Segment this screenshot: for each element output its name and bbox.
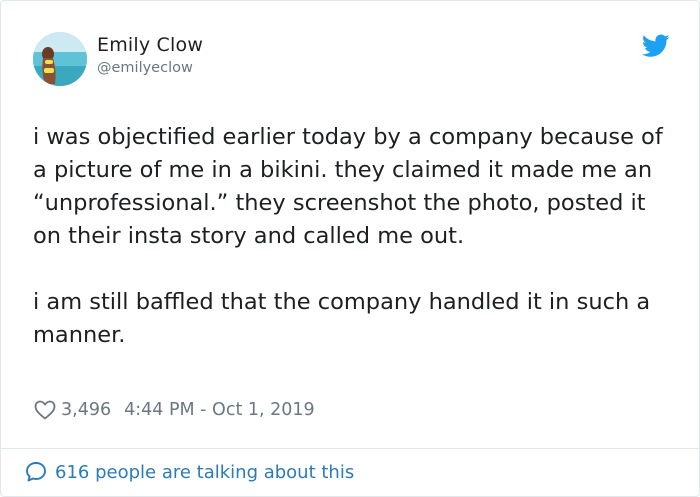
tweet-text: i was objectified earlier today by a com… bbox=[33, 121, 673, 352]
display-name[interactable]: Emily Clow bbox=[97, 34, 203, 56]
tweet-card: Emily Clow @emilyeclow i was objectified… bbox=[0, 0, 700, 497]
tweet-timestamp[interactable]: 4:44 PM - Oct 1, 2019 bbox=[124, 400, 315, 420]
speech-bubble-icon bbox=[26, 462, 46, 482]
conversation-link[interactable]: 616 people are talking about this bbox=[24, 460, 354, 484]
avatar[interactable] bbox=[33, 32, 87, 86]
tweet-paragraph: i am still baffled that the company hand… bbox=[33, 289, 651, 348]
tweet-meta: 3,496 4:44 PM - Oct 1, 2019 bbox=[33, 397, 315, 423]
tweet-paragraph: i was objectified earlier today by a com… bbox=[33, 124, 663, 249]
heart-icon bbox=[34, 400, 56, 420]
like-button[interactable]: 3,496 bbox=[33, 398, 124, 422]
conversation-text: 616 people are talking about this bbox=[55, 461, 355, 483]
user-handle[interactable]: @emilyeclow bbox=[97, 60, 193, 76]
divider bbox=[1, 448, 700, 449]
twitter-bird-icon[interactable] bbox=[642, 34, 670, 58]
profile-photo-icon bbox=[33, 32, 87, 86]
like-count: 3,496 bbox=[61, 400, 112, 420]
